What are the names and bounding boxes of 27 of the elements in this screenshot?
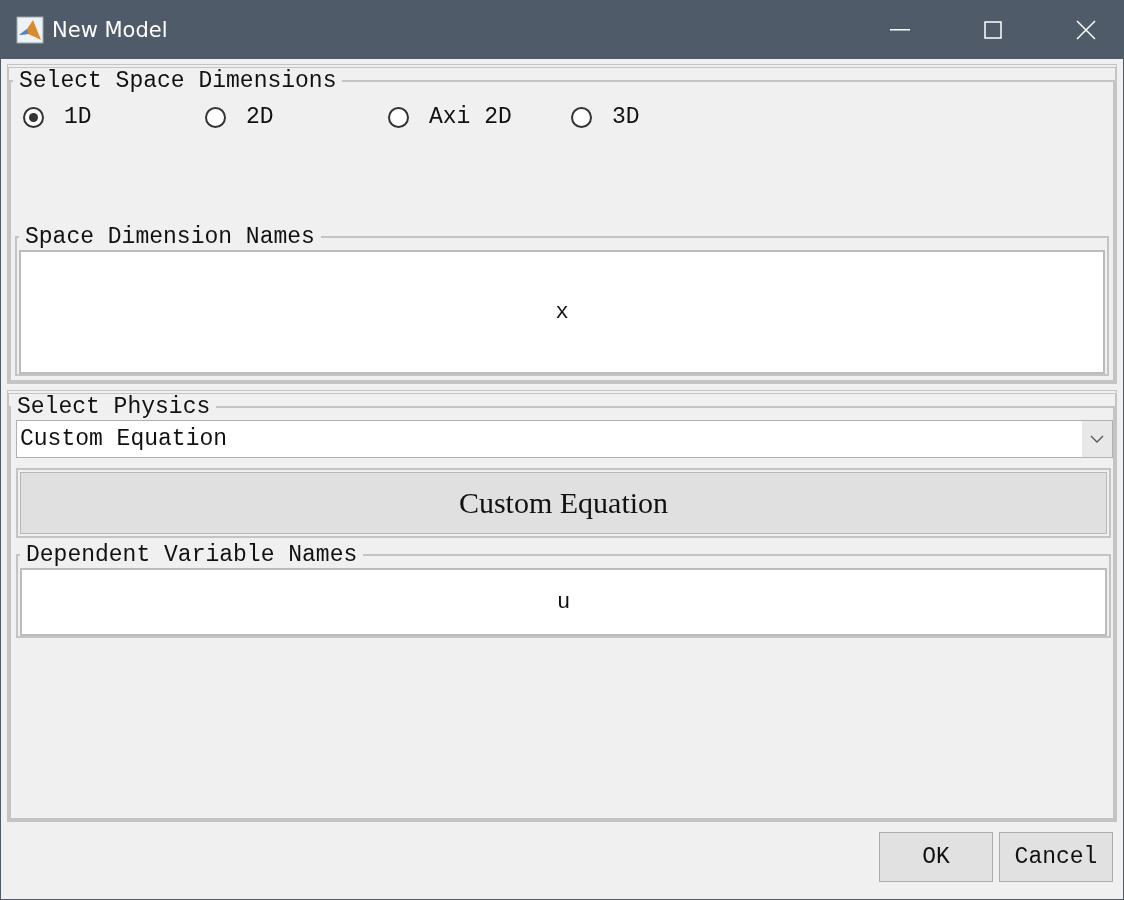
radio-label: Axi 2D bbox=[429, 104, 512, 130]
group-title: Select Physics bbox=[16, 394, 212, 420]
window-title: New Model bbox=[52, 18, 168, 42]
dialog-button[interactable]: Cancel bbox=[999, 832, 1113, 882]
input-field[interactable]: u bbox=[20, 568, 1107, 636]
custom-equation-button[interactable]: Custom Equation bbox=[20, 472, 1107, 534]
maximize-icon[interactable] bbox=[984, 21, 1002, 39]
group-title: Space Dimension Names bbox=[24, 224, 316, 250]
radio-button[interactable] bbox=[23, 106, 44, 128]
radio-button[interactable] bbox=[571, 106, 592, 128]
radio-option[interactable]: 3D bbox=[571, 104, 640, 130]
chevron-down-icon bbox=[1090, 435, 1104, 443]
close-icon[interactable] bbox=[1076, 20, 1096, 40]
radio-option[interactable]: 2D bbox=[205, 104, 388, 130]
radio-label: 2D bbox=[246, 104, 274, 130]
group-title: Dependent Variable Names bbox=[25, 542, 359, 568]
physics-dropdown[interactable]: Custom Equation bbox=[16, 420, 1113, 458]
group-title: Select Space Dimensions bbox=[18, 68, 338, 94]
radio-button[interactable] bbox=[205, 106, 226, 128]
radio-label: 3D bbox=[612, 104, 640, 130]
app-logo-icon bbox=[16, 16, 44, 44]
dialog-button[interactable]: OK bbox=[879, 832, 993, 882]
input-field[interactable]: x bbox=[19, 250, 1105, 374]
radio-option[interactable]: Axi 2D bbox=[388, 104, 571, 130]
radio-button[interactable] bbox=[388, 106, 409, 128]
radio-label: 1D bbox=[64, 104, 92, 130]
radio-option[interactable]: 1D bbox=[23, 104, 205, 130]
